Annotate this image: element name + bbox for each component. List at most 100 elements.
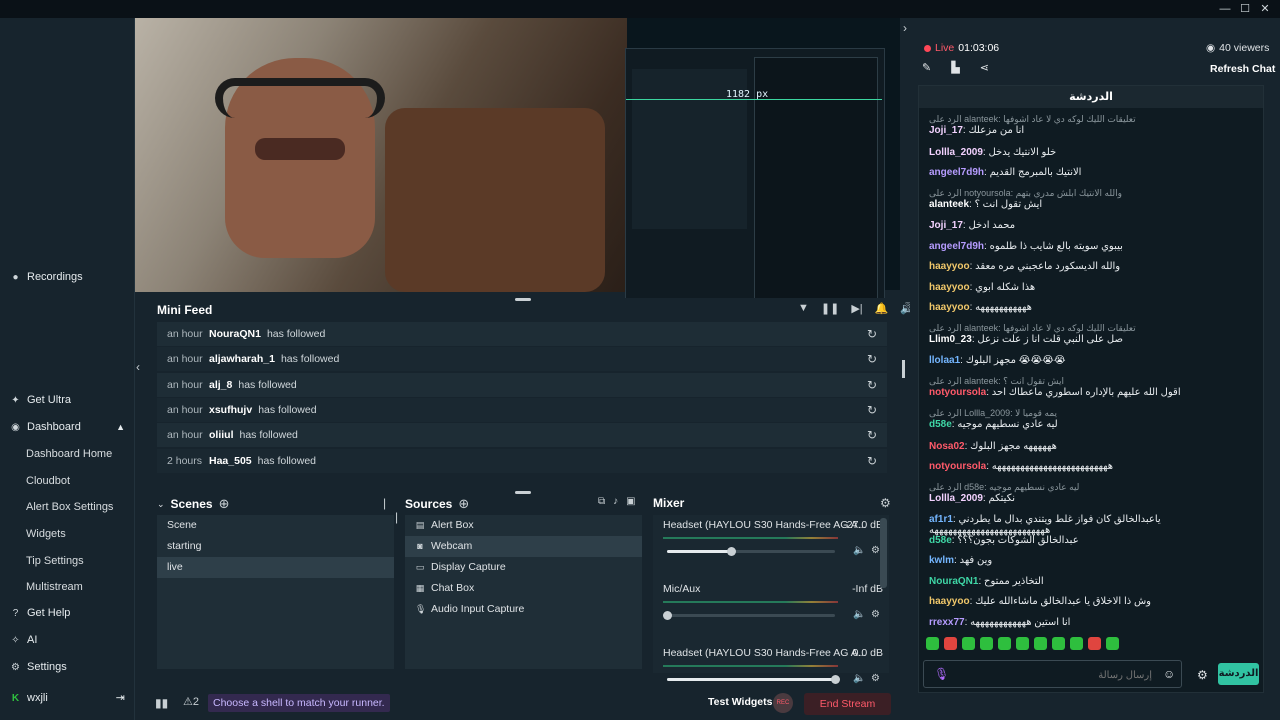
- chat-username[interactable]: Lollla_2009: [929, 147, 983, 158]
- scene-item[interactable]: starting: [157, 536, 394, 557]
- chat-username[interactable]: af1r1: [929, 514, 953, 525]
- chat-username[interactable]: kwlm: [929, 555, 954, 566]
- scene-item[interactable]: live: [157, 557, 394, 578]
- mixer-settings-icon[interactable]: ⚙: [880, 496, 891, 510]
- replay-icon[interactable]: ↻: [867, 454, 877, 468]
- emote-icon[interactable]: [980, 637, 993, 650]
- edit-icon[interactable]: ✎: [922, 61, 931, 74]
- chat-username[interactable]: Joji_17: [929, 220, 963, 231]
- nav-alert-box-settings[interactable]: Alert Box Settings: [26, 496, 113, 518]
- chat-username[interactable]: Nosa02: [929, 441, 965, 452]
- chat-username[interactable]: angeel7d9h: [929, 167, 984, 178]
- source-item[interactable]: ▦ Chat Box: [405, 578, 642, 599]
- volume-slider[interactable]: [667, 675, 840, 684]
- add-source-icon[interactable]: ⊕: [458, 496, 469, 512]
- chat-username[interactable]: haayyoo: [929, 261, 970, 272]
- alert-icon[interactable]: ⚠2: [183, 695, 199, 708]
- chat-username[interactable]: rrexx77: [929, 617, 965, 628]
- bell-icon[interactable]: 🔔: [875, 302, 889, 315]
- volume-slider[interactable]: [663, 611, 835, 620]
- mic-icon[interactable]: 🎙: [934, 667, 949, 681]
- source-group-icon[interactable]: ⧉: [598, 496, 605, 507]
- chat-username[interactable]: notyoursola: [929, 461, 986, 472]
- share-icon[interactable]: ⋖: [980, 61, 989, 74]
- track-gear-icon[interactable]: ⚙: [871, 545, 880, 556]
- volume-knob[interactable]: [663, 611, 672, 620]
- chat-username[interactable]: llolaa1: [929, 355, 960, 366]
- chat-username[interactable]: alanteek: [929, 199, 969, 210]
- expand-panel-icon[interactable]: ›: [903, 21, 907, 35]
- chat-username[interactable]: haayyoo: [929, 596, 970, 607]
- logout-icon[interactable]: ⇥: [116, 687, 125, 709]
- end-stream-button[interactable]: End Stream: [804, 693, 891, 715]
- source-audio-icon[interactable]: ♪: [613, 496, 618, 507]
- maximize-icon[interactable]: ☐: [1237, 2, 1253, 16]
- speaker-icon[interactable]: 🔈: [853, 673, 865, 684]
- replay-icon[interactable]: ↻: [867, 378, 877, 392]
- chat-username[interactable]: Lollla_2009: [929, 493, 983, 504]
- chevron-down-icon[interactable]: ⌄: [157, 499, 165, 510]
- source-item[interactable]: ▭ Display Capture: [405, 557, 642, 578]
- scene-item[interactable]: Scene: [157, 515, 394, 536]
- replay-icon[interactable]: ↻: [867, 428, 877, 442]
- chat-input-box[interactable]: 🎙 ☺: [923, 660, 1182, 688]
- emote-icon[interactable]: [1088, 637, 1101, 650]
- chat-username[interactable]: haayyoo: [929, 282, 970, 293]
- pause-icon[interactable]: ❚❚: [821, 302, 839, 315]
- source-folder-icon[interactable]: ▣: [626, 496, 635, 507]
- emote-icon[interactable]: [944, 637, 957, 650]
- feed-user[interactable]: oliiul: [209, 429, 234, 441]
- emote-icon[interactable]: [1106, 637, 1119, 650]
- feed-user[interactable]: Haa_505: [209, 455, 252, 467]
- speaker-icon[interactable]: 🔈: [853, 609, 865, 620]
- speaker-icon[interactable]: 🔈: [853, 545, 865, 556]
- feed-user[interactable]: xsufhujv: [209, 404, 252, 416]
- nav-get-help[interactable]: ? Get Help: [10, 602, 71, 624]
- volume-slider[interactable]: [667, 547, 835, 556]
- track-gear-icon[interactable]: ⚙: [871, 609, 880, 620]
- chat-input[interactable]: [952, 666, 1152, 684]
- feed-user[interactable]: aljawharah_1: [209, 353, 275, 365]
- feed-user[interactable]: NouraQN1: [209, 328, 261, 340]
- skip-icon[interactable]: ▶|: [851, 302, 862, 315]
- emote-icon[interactable]: [926, 637, 939, 650]
- user-account[interactable]: K wxjli ⇥: [10, 687, 125, 709]
- chat-username[interactable]: notyoursola: [929, 387, 986, 398]
- chat-username[interactable]: haayyoo: [929, 302, 970, 313]
- mixer-scrollbar[interactable]: [880, 518, 887, 588]
- source-item[interactable]: 🎙 Audio Input Capture: [405, 599, 642, 620]
- nav-dashboard-home[interactable]: Dashboard Home: [26, 443, 112, 465]
- source-item[interactable]: ◙ Webcam: [405, 536, 642, 557]
- add-scene-icon[interactable]: ⊕: [219, 496, 230, 512]
- emote-icon[interactable]: [1034, 637, 1047, 650]
- nav-settings[interactable]: ⚙ Settings: [10, 656, 67, 678]
- nav-tip-settings[interactable]: Tip Settings: [26, 550, 84, 572]
- track-gear-icon[interactable]: ⚙: [871, 673, 880, 684]
- volume-knob[interactable]: [831, 675, 840, 684]
- collapse-sidebar-icon[interactable]: ‹: [136, 360, 140, 374]
- resize-handle[interactable]: [515, 298, 531, 301]
- nav-widgets[interactable]: Widgets: [26, 523, 66, 545]
- emote-icon[interactable]: [998, 637, 1011, 650]
- nav-multistream[interactable]: Multistream: [26, 576, 83, 598]
- rec-button[interactable]: REC: [773, 693, 793, 713]
- chat-username[interactable]: d58e: [929, 419, 952, 430]
- chat-username[interactable]: angeel7d9h: [929, 241, 984, 252]
- chevron-up-icon[interactable]: ▲: [116, 416, 125, 438]
- chat-username[interactable]: NouraQN1: [929, 576, 978, 587]
- nav-ai[interactable]: ✧ AI: [10, 629, 37, 651]
- shell-notice[interactable]: Choose a shell to match your runner.: [208, 694, 390, 712]
- nav-get-ultra[interactable]: ✦ Get Ultra: [10, 389, 71, 411]
- emote-icon[interactable]: [962, 637, 975, 650]
- replay-icon[interactable]: ↻: [867, 403, 877, 417]
- chat-username[interactable]: Joji_17: [929, 125, 963, 136]
- chat-username[interactable]: Llim0_23: [929, 334, 972, 345]
- replay-icon[interactable]: ↻: [867, 352, 877, 366]
- replay-icon[interactable]: ↻: [867, 327, 877, 341]
- stats-icon[interactable]: ▮▮: [155, 696, 168, 710]
- emoji-icon[interactable]: ☺: [1163, 667, 1175, 681]
- column-splitter[interactable]: [902, 360, 905, 378]
- moderator-icon[interactable]: ▙: [951, 61, 959, 74]
- volume-knob[interactable]: [726, 547, 736, 556]
- emote-icon[interactable]: [1070, 637, 1083, 650]
